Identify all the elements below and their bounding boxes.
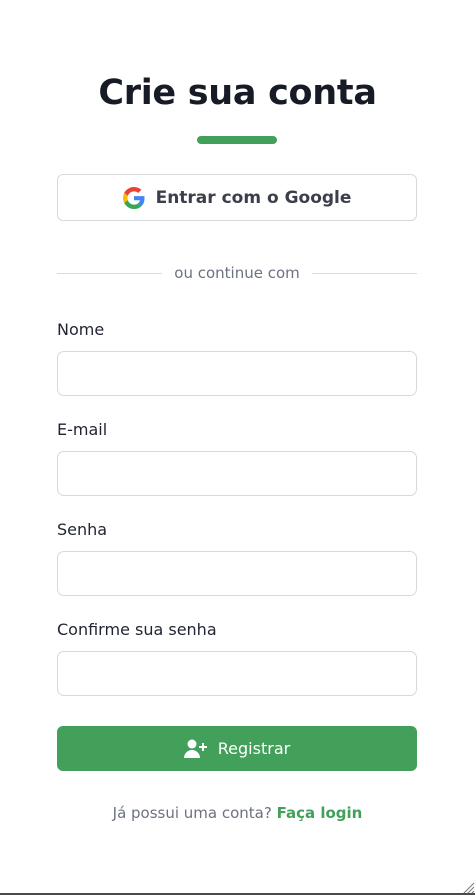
register-button[interactable]: Registrar	[57, 726, 417, 771]
login-link[interactable]: Faça login	[277, 804, 363, 822]
google-signin-label: Entrar com o Google	[155, 187, 352, 208]
divider-line-right	[311, 272, 418, 274]
password-label: Senha	[57, 520, 108, 539]
name-input[interactable]	[57, 351, 417, 396]
confirm-password-input[interactable]	[57, 651, 417, 696]
login-prompt: Já possui uma conta? Faça login	[0, 804, 475, 822]
email-input[interactable]	[57, 451, 417, 496]
divider: ou continue com	[57, 262, 418, 284]
confirm-password-label: Confirme sua senha	[57, 620, 217, 639]
password-input[interactable]	[57, 551, 417, 596]
divider-line-left	[57, 272, 163, 274]
email-label: E-mail	[57, 420, 108, 439]
google-signin-button[interactable]: Entrar com o Google	[57, 174, 417, 221]
register-label: Registrar	[217, 739, 291, 758]
login-prompt-text: Já possui uma conta?	[112, 804, 272, 822]
page-title: Crie sua conta	[98, 73, 377, 113]
name-label: Nome	[57, 320, 105, 339]
google-icon	[122, 186, 145, 209]
title-underline	[197, 136, 277, 144]
user-plus-icon	[183, 739, 207, 758]
divider-text: ou continue com	[174, 264, 300, 282]
